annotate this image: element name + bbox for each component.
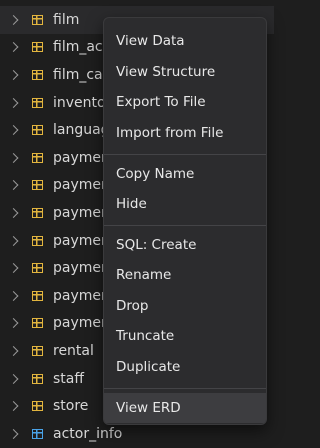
tree-item-label: actor_info: [53, 425, 123, 442]
table-icon: [32, 373, 43, 384]
chevron-right-icon[interactable]: [8, 125, 19, 136]
chevron-right-icon[interactable]: [8, 290, 19, 301]
table-icon: [32, 69, 43, 80]
tree-item-label: store: [53, 398, 89, 415]
menu-item-truncate[interactable]: Truncate: [104, 321, 266, 351]
menu-separator: [104, 154, 266, 155]
menu-item-import-from-file[interactable]: Import from File: [104, 118, 266, 148]
tree-item-label: staff: [53, 370, 85, 387]
table-icon: [32, 401, 43, 412]
menu-item-view-erd[interactable]: View ERD: [104, 392, 266, 423]
menu-item-hide[interactable]: Hide: [104, 189, 266, 219]
table-icon: [32, 14, 43, 25]
menu-item-duplicate[interactable]: Duplicate: [104, 352, 266, 382]
menu-separator: [104, 388, 266, 389]
table-icon: [32, 207, 43, 218]
menu-item-rename[interactable]: Rename: [104, 260, 266, 290]
chevron-right-icon[interactable]: [8, 42, 19, 53]
table-icon: [32, 42, 43, 53]
table-icon: [32, 318, 43, 329]
menu-item-copy-name[interactable]: Copy Name: [104, 159, 266, 189]
table-icon: [32, 290, 43, 301]
chevron-right-icon[interactable]: [8, 346, 19, 356]
chevron-right-icon[interactable]: [8, 70, 19, 80]
table-icon: [32, 152, 43, 163]
chevron-right-icon[interactable]: [8, 263, 19, 274]
chevron-right-icon[interactable]: [8, 152, 19, 163]
menu-item-view-data[interactable]: View Data: [104, 26, 266, 56]
chevron-right-icon[interactable]: [8, 401, 19, 412]
tree-item-label: film: [53, 11, 80, 28]
chevron-right-icon[interactable]: [8, 14, 19, 25]
menu-item-drop[interactable]: Drop: [104, 291, 266, 321]
menu-item-export-to-file[interactable]: Export To File: [104, 87, 266, 117]
menu-item-view-structure[interactable]: View Structure: [104, 57, 266, 87]
menu-item-sql-create[interactable]: SQL: Create: [104, 230, 266, 260]
table-icon: [32, 180, 43, 191]
view-icon: [32, 428, 43, 439]
table-icon: [32, 97, 43, 108]
context-menu: View Data View Structure Export To File …: [103, 17, 267, 425]
chevron-right-icon[interactable]: [8, 208, 19, 218]
table-icon: [32, 125, 43, 136]
chevron-right-icon[interactable]: [8, 97, 19, 108]
tree-item-label: rental: [53, 342, 94, 359]
table-icon: [32, 235, 43, 246]
chevron-right-icon[interactable]: [8, 318, 19, 329]
menu-separator: [104, 225, 266, 226]
chevron-right-icon[interactable]: [8, 428, 19, 439]
chevron-right-icon[interactable]: [8, 373, 19, 384]
table-icon: [32, 263, 43, 274]
chevron-right-icon[interactable]: [8, 235, 19, 246]
table-icon: [32, 345, 43, 356]
chevron-right-icon[interactable]: [8, 180, 19, 191]
